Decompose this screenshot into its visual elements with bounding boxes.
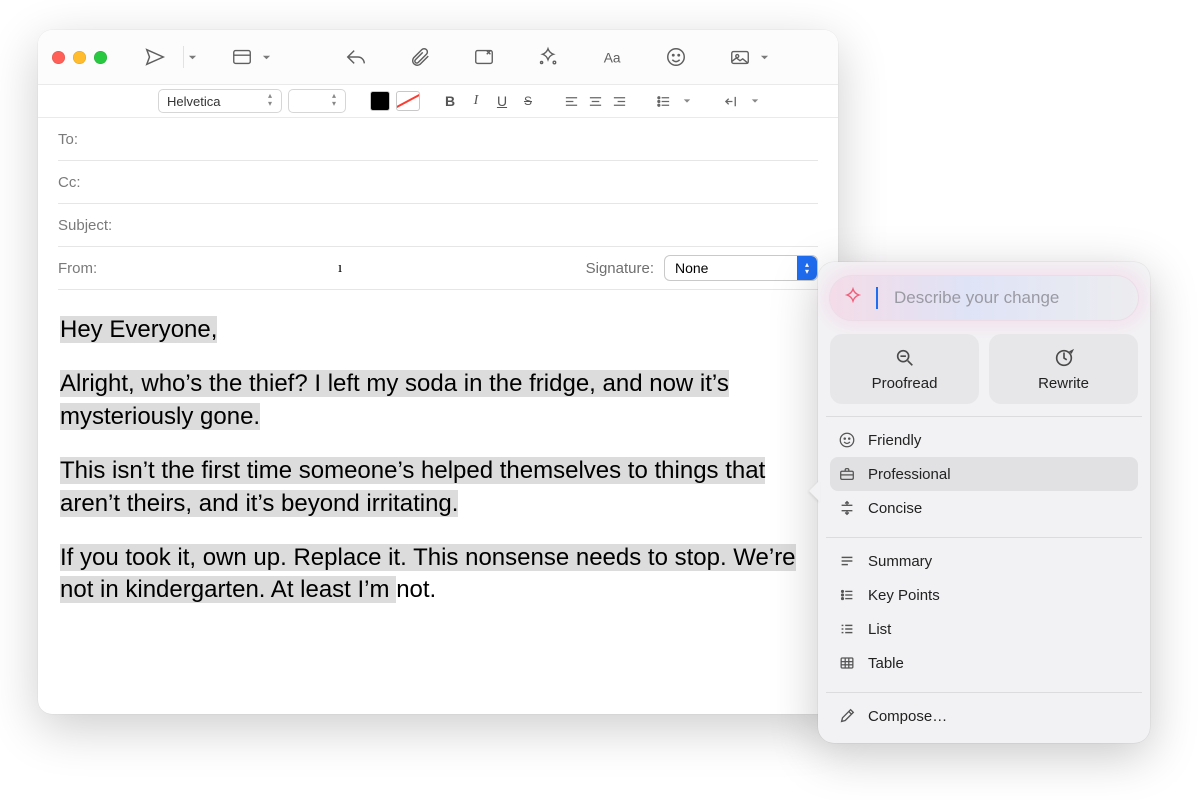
cc-label: Cc: [58,174,138,191]
window-toolbar: Aa [38,30,838,85]
format-keypoints[interactable]: Key Points [830,578,1138,612]
text-color-swatch[interactable] [370,91,390,111]
header-fields: To: Cc: Subject: From: ı Signature: None [38,118,838,290]
tone-concise-label: Concise [868,500,922,517]
header-fields-button[interactable] [220,39,264,75]
input-caret [876,287,878,309]
to-row: To: [58,118,818,161]
list-icon [838,620,856,638]
apple-intelligence-icon [840,285,866,311]
from-row: From: ı Signature: None [58,247,818,290]
popover-divider [826,416,1142,417]
italic-button[interactable]: I [466,90,486,112]
subject-row: Subject: [58,204,818,247]
signature-select[interactable]: None [664,255,818,281]
tone-friendly-label: Friendly [868,432,921,449]
align-left-button[interactable] [560,91,582,111]
subject-label: Subject: [58,217,138,234]
align-right-button[interactable] [608,91,630,111]
proofread-button[interactable]: Proofread [830,334,979,404]
attach-button[interactable] [398,39,442,75]
format-toolbar: Helvetica B I U S [38,85,838,118]
rewrite-label: Rewrite [1038,375,1089,392]
popover-divider [826,692,1142,693]
format-summary-label: Summary [868,553,932,570]
writing-tools-button[interactable] [526,39,570,75]
emoji-button[interactable] [654,39,698,75]
body-p3: This isn’t the first time someone’s help… [60,457,765,516]
popover-divider [826,537,1142,538]
table-icon [838,654,856,672]
format-button[interactable]: Aa [590,39,634,75]
underline-button[interactable]: U [492,90,512,112]
popover-arrow [809,480,820,502]
tone-friendly[interactable]: Friendly [830,423,1138,457]
writing-tools-popover: Proofread Rewrite Friendly Professional … [818,262,1150,743]
signature-stepper-icon [797,256,817,280]
format-list-label: List [868,621,891,638]
strike-button[interactable]: S [518,90,538,112]
body-p2: Alright, who’s the thief? I left my soda… [60,370,729,429]
format-table-label: Table [868,655,904,672]
compose-label: Compose… [868,708,947,725]
cc-row: Cc: [58,161,818,204]
message-body[interactable]: Hey Everyone, Alright, who’s the thief? … [38,290,838,714]
proofread-label: Proofread [872,375,938,392]
format-summary[interactable]: Summary [830,544,1138,578]
format-table[interactable]: Table [830,646,1138,680]
compose-window: Aa Helvetica B I [38,30,838,714]
close-window-button[interactable] [52,51,65,64]
summary-icon [838,552,856,570]
format-list[interactable]: List [830,612,1138,646]
writing-tools-input[interactable] [892,287,1122,309]
smile-icon [838,431,856,449]
body-p4b: not. [396,576,436,603]
svg-text:Aa: Aa [604,51,621,66]
tone-concise[interactable]: Concise [830,491,1138,525]
zoom-window-button[interactable] [94,51,107,64]
tone-professional[interactable]: Professional [830,457,1138,491]
font-size-select[interactable] [288,89,346,113]
bold-button[interactable]: B [440,90,460,112]
insert-media-button[interactable] [718,39,762,75]
from-label: From: [58,260,138,277]
image-tools-button[interactable] [462,39,506,75]
to-input[interactable] [138,130,818,149]
indent-button[interactable] [720,91,742,111]
compose-item[interactable]: Compose… [830,699,1138,733]
indent-chevron[interactable] [748,97,762,105]
signature-value: None [675,260,708,276]
body-p1: Hey Everyone, [60,316,217,343]
window-controls [52,51,107,64]
keypoints-icon [838,586,856,604]
font-family-value: Helvetica [167,94,220,109]
tone-professional-label: Professional [868,466,951,483]
writing-tools-input-wrap[interactable] [830,276,1138,320]
align-center-button[interactable] [584,91,606,111]
concise-icon [838,499,856,517]
pencil-icon [838,707,856,725]
reply-button[interactable] [334,39,378,75]
signature-label: Signature: [586,260,654,277]
list-chevron[interactable] [680,97,694,105]
format-keypoints-label: Key Points [868,587,940,604]
briefcase-icon [838,465,856,483]
minimize-window-button[interactable] [73,51,86,64]
bg-color-swatch[interactable] [396,91,420,111]
to-label: To: [58,131,138,148]
subject-input[interactable] [138,216,818,235]
from-value[interactable]: ı [338,260,342,277]
list-button[interactable] [652,91,674,111]
rewrite-button[interactable]: Rewrite [989,334,1138,404]
font-family-select[interactable]: Helvetica [158,89,282,113]
send-button[interactable] [133,39,177,75]
cc-input[interactable] [138,173,818,192]
send-options-chevron[interactable] [184,39,200,75]
